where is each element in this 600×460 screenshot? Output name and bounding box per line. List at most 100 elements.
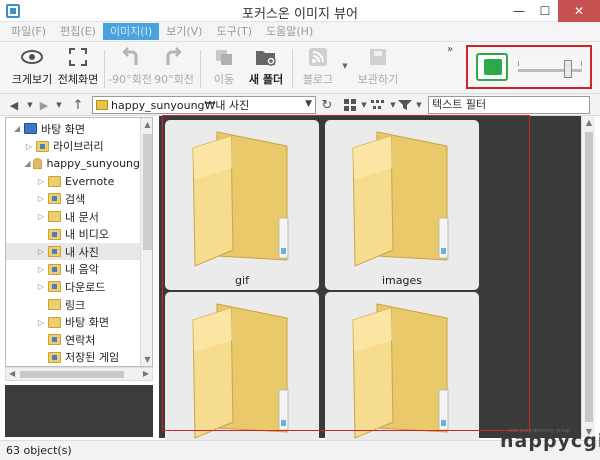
archive-icon (367, 46, 389, 68)
scroll-up-icon[interactable]: ▲ (141, 120, 152, 129)
folder-name: images (382, 274, 422, 287)
title-bar: 포커스온 이미지 뷰어 — ☐ ✕ (0, 0, 600, 22)
tree-item[interactable]: 연락처 (6, 331, 140, 348)
forward-button[interactable]: ▶ (36, 97, 52, 113)
tree-item-label: 내 비디오 (65, 228, 109, 242)
close-button[interactable]: ✕ (558, 0, 600, 22)
text-filter-input[interactable]: 텍스트 필터 (428, 96, 590, 114)
folder-thumbnail[interactable]: images (325, 120, 479, 290)
scroll-right-icon[interactable]: ▶ (143, 369, 149, 378)
sort-icon[interactable] (370, 97, 386, 113)
tree-item[interactable]: ◢ 바탕 화면 (6, 120, 140, 137)
menu-bar: 파일(F) 편집(E) 이미지(I) 보기(V) 도구(T) 도움말(H) (0, 22, 600, 42)
thumbnail-size-control (466, 45, 592, 89)
thumbnail-size-slider[interactable] (518, 69, 582, 72)
tree-item[interactable]: ◢ happy_sunyoung (6, 155, 140, 172)
tree-scrollbar[interactable]: ▲ ▼ (140, 118, 152, 366)
refresh-icon[interactable]: ↻ (319, 97, 335, 113)
expand-icon[interactable]: ▷ (36, 212, 46, 221)
slider-thumb[interactable] (564, 60, 572, 78)
expand-icon[interactable]: ▷ (36, 247, 46, 256)
tree-item-label: 연락처 (65, 333, 96, 347)
tree-item[interactable]: 저장된 게임 (6, 349, 140, 366)
tree-item[interactable]: ▷ 내 사진 (6, 243, 140, 261)
menu-help[interactable]: 도움말(H) (259, 23, 320, 40)
tree-item-label: 다운로드 (65, 280, 106, 294)
tree-item-label: 검색 (65, 192, 86, 206)
filter-dropdown[interactable]: ▼ (411, 97, 427, 113)
tree-item-label: happy_sunyoung (46, 157, 140, 171)
minimize-button[interactable]: — (506, 0, 532, 22)
folder-plus-icon (255, 46, 277, 68)
expand-icon (67, 46, 89, 68)
folder-thumbnail[interactable] (165, 292, 319, 460)
tree-item[interactable]: ▷ 검색 (6, 190, 140, 207)
expand-icon[interactable]: ▷ (36, 194, 46, 203)
menu-edit[interactable]: 편집(E) (53, 23, 103, 40)
scrollbar-thumb[interactable] (143, 134, 152, 250)
forward-dropdown[interactable]: ▼ (51, 97, 67, 113)
folder-icon (48, 299, 61, 310)
expand-icon[interactable]: ◢ (24, 159, 31, 168)
folder-thumbnail[interactable]: gif (165, 120, 319, 290)
folder-tree: ◢ 바탕 화면 ▷ 라이브러리 ◢ happy_sunyoung ▷ Evernote ▷ 검색 ▷… (5, 117, 153, 367)
folder-thumbnail[interactable] (325, 292, 479, 460)
menu-view[interactable]: 보기(V) (159, 23, 209, 40)
tree-item[interactable]: ▷ 내 문서 (6, 208, 140, 225)
new-folder-button[interactable]: 새 폴더 (246, 44, 286, 92)
tree-item[interactable]: ▷ 라이브러리 (6, 138, 140, 155)
rotate-right-button[interactable]: 90°회전 (152, 44, 196, 92)
menu-image[interactable]: 이미지(I) (102, 23, 160, 40)
expand-icon[interactable]: ▷ (36, 282, 46, 291)
scroll-up-icon[interactable]: ▲ (582, 118, 596, 127)
tree-item[interactable]: 내 비디오 (6, 226, 140, 243)
tree-item-label: 내 문서 (65, 210, 99, 224)
expand-icon[interactable]: ▷ (36, 177, 46, 186)
maximize-button[interactable]: ☐ (532, 0, 558, 22)
tree-item-label: 라이브러리 (53, 140, 104, 154)
expand-icon[interactable]: ◢ (12, 124, 22, 133)
view-large-button[interactable]: 크게보기 (10, 44, 54, 92)
tree-item[interactable]: ▷ 바탕 화면 (6, 314, 140, 331)
menu-tools[interactable]: 도구(T) (209, 23, 259, 40)
folder-icon (36, 140, 49, 152)
slider-ticks (518, 61, 582, 66)
chevron-down-icon[interactable]: ▼ (305, 99, 312, 109)
blog-button[interactable]: 블로그 (298, 44, 338, 92)
up-arrow-icon[interactable]: ↑ (70, 97, 86, 113)
expand-icon[interactable]: ▷ (36, 318, 46, 327)
folder-icon (48, 193, 61, 205)
menu-file[interactable]: 파일(F) (4, 23, 53, 40)
back-button[interactable]: ◀ (6, 97, 22, 113)
gallery-scrollbar[interactable]: ▲ ▼ (581, 116, 595, 438)
scroll-down-icon[interactable]: ▼ (141, 355, 152, 364)
folder-icon (48, 334, 61, 346)
move-button[interactable]: 이동 (206, 44, 242, 92)
expand-icon[interactable]: ▷ (24, 142, 34, 151)
save-button[interactable]: 보관하기 (356, 44, 400, 92)
tree-item[interactable]: 링크 (6, 296, 140, 313)
scrollbar-thumb[interactable] (585, 132, 593, 422)
toolbar-separator (104, 50, 105, 88)
folder-icon (48, 316, 61, 328)
toolbar-overflow-button[interactable]: » (447, 44, 453, 55)
rotate-left-icon (119, 46, 141, 68)
scrollbar-thumb[interactable] (20, 371, 124, 378)
folder-icon (48, 228, 61, 240)
address-bar: ◀ ▼ ▶ ▼ ↑ happy_sunyoung₩내 사진 ▼ ↻ ▼ ▼ ▼ … (0, 94, 600, 116)
blog-dropdown-arrow[interactable]: ▼ (340, 44, 350, 92)
tree-horizontal-scrollbar[interactable]: ◀ ▶ (5, 367, 153, 381)
address-path: happy_sunyoung₩내 사진 (111, 99, 250, 112)
rotate-left-button[interactable]: -90°회전 (108, 44, 152, 92)
tree-item[interactable]: ▷ 다운로드 (6, 278, 140, 295)
scroll-left-icon[interactable]: ◀ (9, 369, 15, 378)
tree-item-label: Evernote (65, 174, 115, 188)
thumbnail-size-icon[interactable] (476, 53, 508, 81)
address-input[interactable]: happy_sunyoung₩내 사진 ▼ (92, 96, 316, 114)
tree-item-label: 링크 (65, 298, 86, 312)
tree-item[interactable]: ▷ Evernote (6, 173, 140, 190)
folder-icon (48, 351, 61, 363)
fullscreen-button[interactable]: 전체화면 (56, 44, 100, 92)
tree-item[interactable]: ▷ 내 음악 (6, 261, 140, 278)
expand-icon[interactable]: ▷ (36, 265, 46, 274)
